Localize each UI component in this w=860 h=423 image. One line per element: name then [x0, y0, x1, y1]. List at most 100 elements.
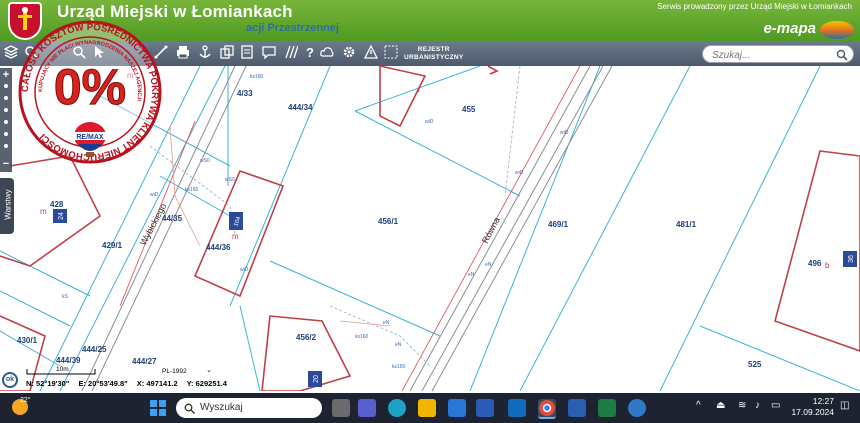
parcel-label: 469/1 [548, 220, 569, 229]
utility-label: wS0 [200, 158, 210, 164]
utility-label: eN [485, 262, 492, 268]
taskbar-search[interactable]: Wyszukaj [176, 398, 322, 418]
taskbar-search-label: Wyszukaj [200, 402, 243, 413]
help-icon[interactable]: ? [300, 45, 318, 63]
temperature: 22° [20, 397, 31, 404]
print-icon[interactable] [174, 45, 192, 63]
select-area-icon[interactable] [382, 45, 400, 63]
parcel-label: 444/36 [206, 243, 231, 252]
zoom-level-dot[interactable] [4, 144, 8, 148]
parcel-label: 444/27 [132, 357, 157, 366]
copy-icon[interactable] [218, 45, 236, 63]
building-number: 24 [58, 212, 65, 220]
utility-label: wS0 [225, 177, 235, 183]
store-icon[interactable] [448, 399, 466, 417]
zoom-level-dot[interactable] [4, 84, 8, 88]
utility-label: eN [395, 342, 402, 348]
zoom-in-button[interactable]: + [0, 69, 12, 81]
outlook-icon[interactable] [508, 399, 526, 417]
building-type-label: m [40, 207, 47, 216]
hatch-icon[interactable] [282, 45, 300, 63]
longitude: E: 20°53'49.8" [78, 379, 128, 388]
teams-icon[interactable] [358, 399, 376, 417]
parcel-label: 44/35 [162, 214, 183, 223]
ok-button[interactable]: ok [2, 372, 18, 388]
x-coordinate: X: 497141.2 [136, 379, 178, 388]
building-type-label: m [232, 232, 239, 241]
parcel-label: 455 [462, 105, 476, 114]
chevron-down-icon: ⌄ [206, 367, 212, 374]
parcel-label: 444/34 [288, 103, 313, 112]
latitude: N: 52°19'30" [26, 379, 70, 388]
parcel-label: 429/1 [102, 241, 123, 250]
building-number: 20 [313, 375, 320, 383]
zoom-out-button[interactable]: − [0, 158, 12, 170]
utility-label: wiD [150, 192, 159, 198]
utility-label: wiD [240, 267, 249, 273]
utility-label: eN [383, 320, 390, 326]
document-icon[interactable] [238, 45, 256, 63]
parcel-label: 430/1 [17, 336, 38, 345]
search-icon[interactable] [836, 48, 848, 66]
utility-label: ks160 [250, 74, 264, 80]
parcel-label: 444/39 [56, 356, 81, 365]
windows-start-icon[interactable] [150, 400, 166, 421]
search-input[interactable] [710, 47, 832, 63]
utility-label: wiD [425, 119, 434, 125]
projection-select[interactable]: PL-1992 ⌄ [150, 367, 212, 377]
network-icon[interactable]: ⏏ [716, 400, 725, 411]
scale-label: 10m [56, 366, 69, 373]
chrome-icon[interactable] [538, 399, 556, 419]
layers-panel-tab[interactable]: Warstwy [0, 178, 14, 234]
taskbar-clock[interactable]: 12:27 17.09.2024 [788, 396, 834, 418]
warning-icon[interactable] [362, 44, 380, 63]
brand-logo-icon [820, 21, 854, 39]
parcel-label: 428 [50, 200, 64, 209]
task-view-icon[interactable] [332, 399, 350, 417]
zoom-control: + − [0, 68, 12, 172]
parcel-label: 481/1 [676, 220, 697, 229]
y-coordinate: Y: 629251.4 [186, 379, 227, 388]
layers-tab-label: Warstwy [3, 189, 13, 220]
parcel-label: 444/25 [82, 345, 107, 354]
edge-icon[interactable] [388, 399, 406, 417]
chevron-up-icon[interactable]: ^ [696, 400, 701, 411]
notification-icon[interactable]: ◫ [840, 400, 849, 411]
cloud-upload-icon[interactable] [318, 45, 336, 63]
file-explorer-icon[interactable] [418, 399, 436, 417]
coordinates-readout: N: 52°19'30" E: 20°53'49.8" X: 497141.2 … [26, 379, 234, 388]
volume-icon[interactable]: ♪ [755, 400, 760, 411]
excel-icon[interactable] [598, 399, 616, 417]
service-note: Serwis prowadzony przez Urząd Miejski w … [657, 2, 852, 11]
wifi-icon[interactable]: ≋ [738, 400, 746, 411]
search-icon [184, 403, 195, 417]
remax-label: RE/MAX [76, 134, 104, 141]
settings-icon[interactable] [340, 45, 358, 63]
zoom-level-dot[interactable] [4, 132, 8, 136]
parcel-label: 525 [748, 360, 762, 369]
remax-promo-stamp: CAŁOŚĆ KOSZTÓW POŚREDNICTWA POKRYWA KLIE… [16, 18, 164, 166]
brand-name: e-mapa [763, 20, 816, 37]
building-type-label: b [825, 261, 830, 270]
anchor-icon[interactable] [196, 45, 214, 63]
word-icon[interactable] [568, 399, 586, 417]
zoom-level-dot[interactable] [4, 120, 8, 124]
parcel-label: 496 [808, 259, 822, 268]
utility-label: ks160 [392, 364, 406, 370]
building-type-label: i [418, 85, 420, 94]
utility-label: ks160 [185, 187, 199, 193]
utility-label: kS [62, 294, 69, 300]
utility-label: eN [468, 272, 475, 278]
search-box[interactable] [702, 45, 854, 63]
date: 17.09.2024 [791, 407, 834, 417]
zoom-level-dot[interactable] [4, 96, 8, 100]
comment-icon[interactable] [260, 45, 278, 63]
battery-icon[interactable]: ▭ [771, 400, 780, 411]
projection-value: PL-1992 [162, 368, 187, 375]
zoom-level-dot[interactable] [4, 108, 8, 112]
app-icon[interactable] [476, 399, 494, 417]
app-subtitle: acji Przestrzennej [246, 22, 339, 34]
rejestr-urbanistyczny-button[interactable]: REJESTR URBANISTYCZNY [404, 46, 464, 62]
utility-label: wiD [515, 170, 524, 176]
globe-app-icon[interactable] [628, 399, 646, 417]
